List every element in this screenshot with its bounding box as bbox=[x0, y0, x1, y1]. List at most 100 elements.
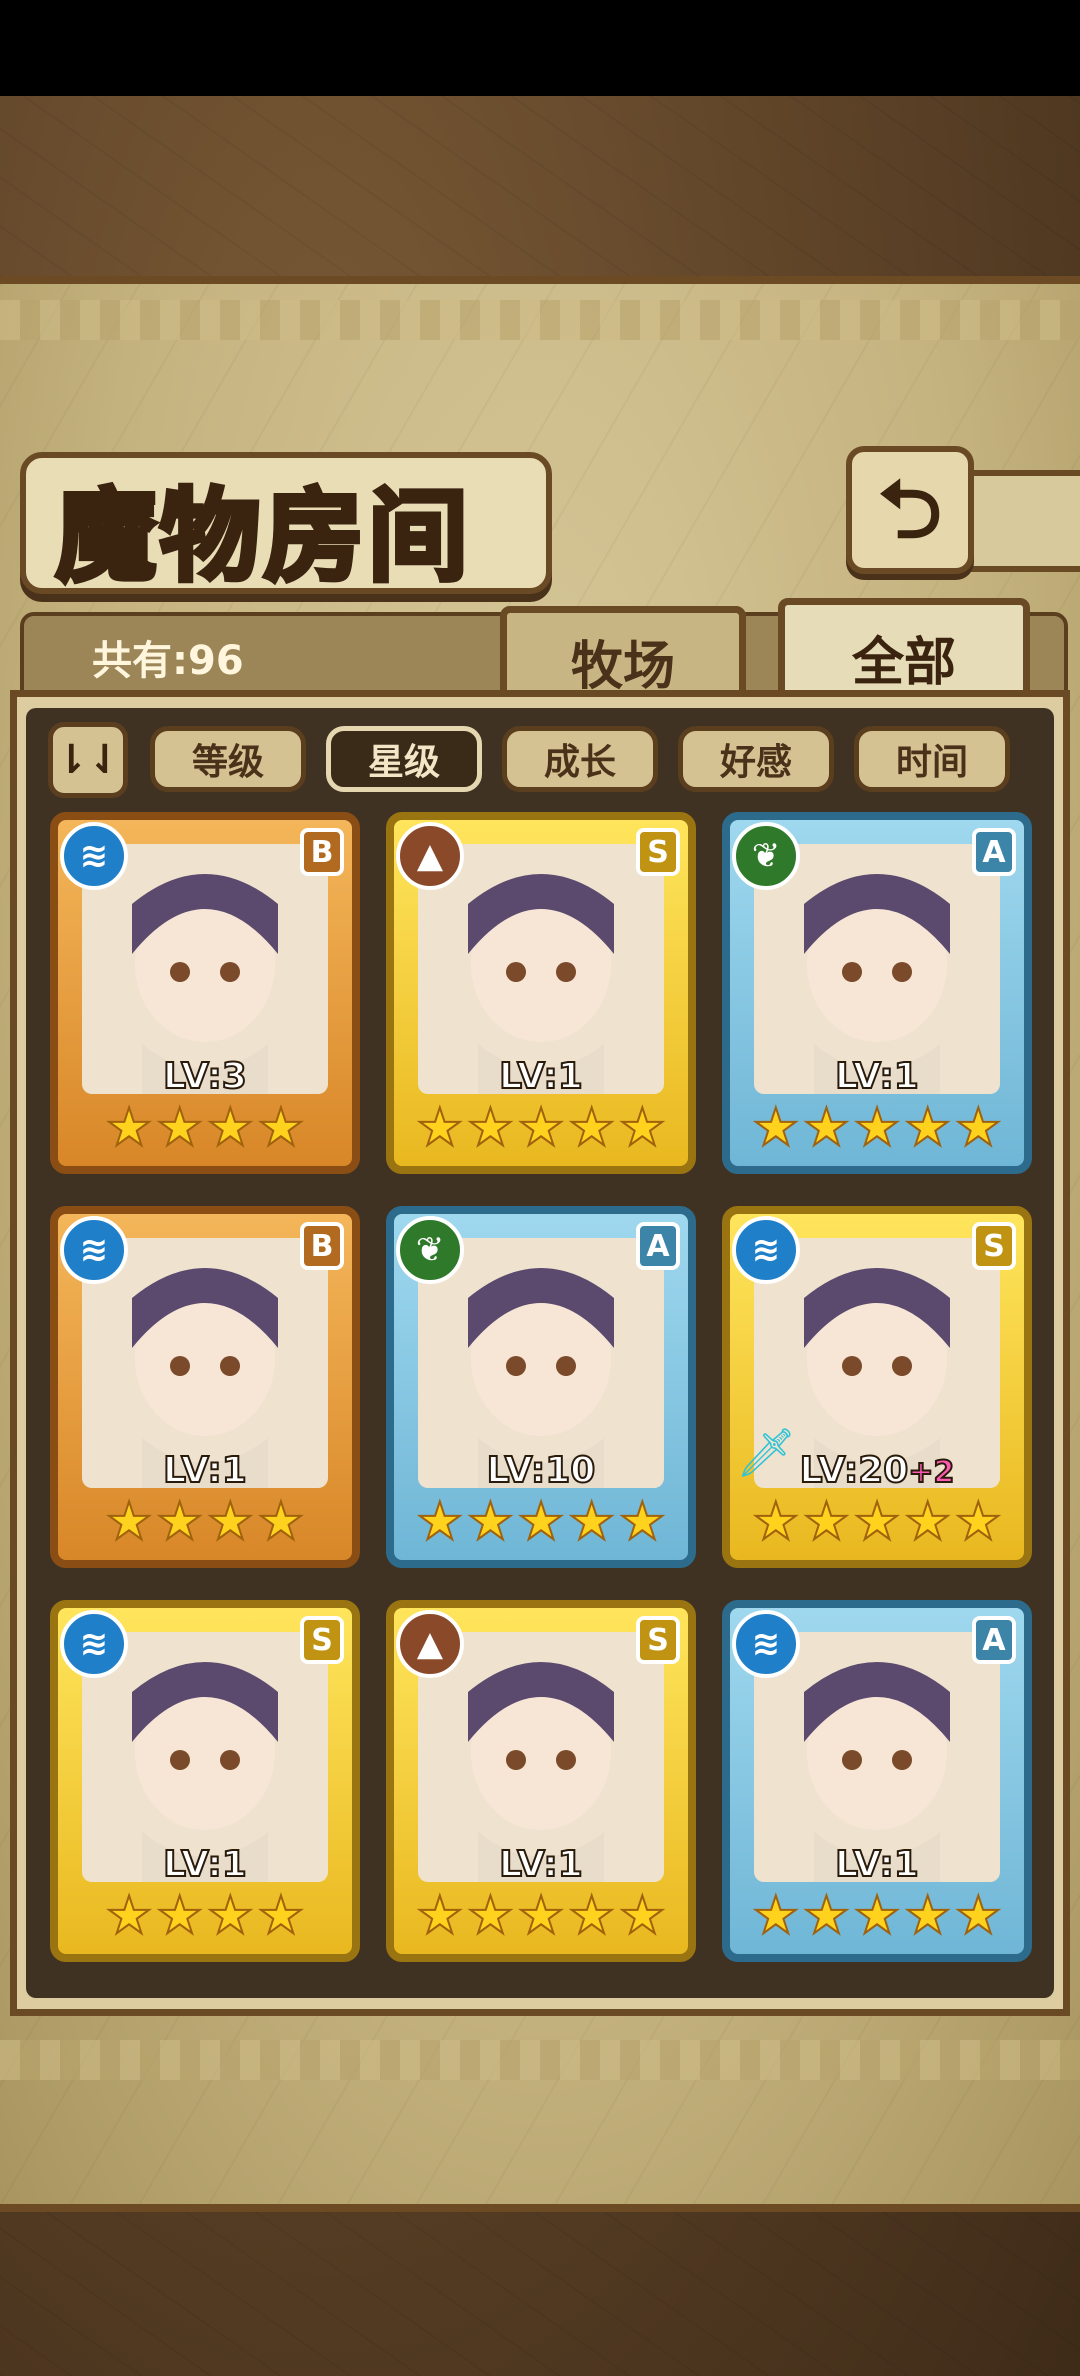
star-icon: ★ bbox=[415, 1491, 464, 1553]
level-label: LV:10 bbox=[394, 1449, 688, 1492]
back-button-rail bbox=[962, 470, 1080, 572]
star-icon: ★ bbox=[206, 1885, 255, 1947]
monster-card[interactable]: ≋ B LV:1 ★ ★ ★ ★ bbox=[50, 1206, 360, 1568]
star-icon: ★ bbox=[257, 1491, 306, 1553]
water-element-icon: ≋ bbox=[60, 822, 128, 890]
star-rating: ★ ★ ★ ★ ★ bbox=[408, 1097, 674, 1159]
wood-element-icon: ❦ bbox=[732, 822, 800, 890]
level-label: LV:1 bbox=[394, 1055, 688, 1098]
level-value: LV:10 bbox=[486, 1449, 597, 1492]
star-icon: ★ bbox=[517, 1097, 566, 1159]
star-icon: ★ bbox=[105, 1491, 154, 1553]
filter-growth[interactable]: 成长 bbox=[502, 726, 658, 792]
star-icon: ★ bbox=[751, 1885, 800, 1947]
level-label: LV:1 bbox=[730, 1055, 1024, 1098]
water-element-icon: ≋ bbox=[60, 1610, 128, 1678]
star-icon: ★ bbox=[903, 1491, 952, 1553]
level-label: LV:1 bbox=[730, 1843, 1024, 1886]
level-value: LV:1 bbox=[498, 1843, 584, 1886]
water-element-icon: ≋ bbox=[732, 1216, 800, 1284]
star-icon: ★ bbox=[206, 1097, 255, 1159]
star-icon: ★ bbox=[751, 1097, 800, 1159]
panel-bottom-border bbox=[0, 2040, 1080, 2080]
star-icon: ★ bbox=[567, 1097, 616, 1159]
rank-badge: A bbox=[636, 1222, 680, 1270]
star-icon: ★ bbox=[517, 1885, 566, 1947]
star-icon: ★ bbox=[853, 1097, 902, 1159]
star-icon: ★ bbox=[802, 1885, 851, 1947]
star-icon: ★ bbox=[257, 1885, 306, 1947]
star-icon: ★ bbox=[954, 1097, 1003, 1159]
star-icon: ★ bbox=[105, 1885, 154, 1947]
star-icon: ★ bbox=[415, 1097, 464, 1159]
rank-badge: A bbox=[972, 1616, 1016, 1664]
return-arrow-icon: ⮌ bbox=[877, 463, 943, 556]
filter-affection[interactable]: 好感 bbox=[678, 726, 834, 792]
level-value: LV:1 bbox=[162, 1843, 248, 1886]
star-rating: ★ ★ ★ ★ ★ bbox=[408, 1885, 674, 1947]
monster-card[interactable]: ▲ S LV:1 ★ ★ ★ ★ ★ bbox=[386, 812, 696, 1174]
monster-card[interactable]: ≋ A LV:1 ★ ★ ★ ★ ★ bbox=[722, 1600, 1032, 1962]
monster-count: 共有:96 bbox=[92, 638, 244, 684]
rank-badge: B bbox=[300, 1222, 344, 1270]
star-icon: ★ bbox=[618, 1097, 667, 1159]
monster-card[interactable]: ▲ S LV:1 ★ ★ ★ ★ ★ bbox=[386, 1600, 696, 1962]
level-value: LV:1 bbox=[834, 1055, 920, 1098]
rank-badge: S bbox=[636, 1616, 680, 1664]
star-icon: ★ bbox=[466, 1097, 515, 1159]
star-icon: ★ bbox=[155, 1491, 204, 1553]
star-icon: ★ bbox=[567, 1885, 616, 1947]
star-rating: ★ ★ ★ ★ ★ bbox=[744, 1491, 1010, 1553]
panel-top-border bbox=[0, 300, 1080, 340]
rank-badge: S bbox=[972, 1222, 1016, 1270]
star-icon: ★ bbox=[466, 1885, 515, 1947]
level-value: LV:1 bbox=[498, 1055, 584, 1098]
level-value: LV:1 bbox=[162, 1449, 248, 1492]
star-icon: ★ bbox=[155, 1885, 204, 1947]
level-label: LV:1 bbox=[58, 1843, 352, 1886]
earth-element-icon: ▲ bbox=[396, 822, 464, 890]
sort-icon: ⇂⇃ bbox=[54, 737, 122, 783]
star-rating: ★ ★ ★ ★ bbox=[72, 1885, 338, 1947]
monster-card[interactable]: ≋ S 🗡 LV:20+2 ★ ★ ★ ★ ★ bbox=[722, 1206, 1032, 1568]
back-button[interactable]: ⮌ bbox=[846, 446, 974, 574]
star-icon: ★ bbox=[618, 1885, 667, 1947]
rank-badge: S bbox=[300, 1616, 344, 1664]
level-label: LV:20+2 bbox=[730, 1449, 1024, 1492]
star-icon: ★ bbox=[954, 1885, 1003, 1947]
monster-card[interactable]: ❦ A LV:10 ★ ★ ★ ★ ★ bbox=[386, 1206, 696, 1568]
star-icon: ★ bbox=[257, 1097, 306, 1159]
monster-card[interactable]: ≋ B LV:3 ★ ★ ★ ★ bbox=[50, 812, 360, 1174]
star-icon: ★ bbox=[853, 1885, 902, 1947]
star-rating: ★ ★ ★ ★ ★ bbox=[744, 1885, 1010, 1947]
star-rating: ★ ★ ★ ★ ★ bbox=[744, 1097, 1010, 1159]
earth-element-icon: ▲ bbox=[396, 1610, 464, 1678]
star-icon: ★ bbox=[517, 1491, 566, 1553]
sort-order-button[interactable]: ⇂⇃ bbox=[48, 722, 128, 798]
water-element-icon: ≋ bbox=[60, 1216, 128, 1284]
rank-badge: A bbox=[972, 828, 1016, 876]
star-icon: ★ bbox=[903, 1885, 952, 1947]
status-bar bbox=[0, 0, 1080, 96]
star-icon: ★ bbox=[853, 1491, 902, 1553]
level-value: LV:1 bbox=[834, 1843, 920, 1886]
level-value: LV:3 bbox=[162, 1055, 248, 1098]
level-label: LV:1 bbox=[58, 1449, 352, 1492]
monster-card[interactable]: ❦ A LV:1 ★ ★ ★ ★ ★ bbox=[722, 812, 1032, 1174]
level-label: LV:1 bbox=[394, 1843, 688, 1886]
monster-card[interactable]: ≋ S LV:1 ★ ★ ★ ★ bbox=[50, 1600, 360, 1962]
star-rating: ★ ★ ★ ★ ★ bbox=[408, 1491, 674, 1553]
level-value: LV:20 bbox=[799, 1449, 910, 1492]
star-icon: ★ bbox=[415, 1885, 464, 1947]
level-label: LV:3 bbox=[58, 1055, 352, 1098]
star-icon: ★ bbox=[155, 1097, 204, 1159]
filter-level[interactable]: 等级 bbox=[150, 726, 306, 792]
star-icon: ★ bbox=[751, 1491, 800, 1553]
filter-stars[interactable]: 星级 bbox=[326, 726, 482, 792]
page-title: 魔物房间 bbox=[54, 475, 472, 598]
filter-time[interactable]: 时间 bbox=[854, 726, 1010, 792]
wood-element-icon: ❦ bbox=[396, 1216, 464, 1284]
star-icon: ★ bbox=[954, 1491, 1003, 1553]
rank-badge: S bbox=[636, 828, 680, 876]
star-icon: ★ bbox=[903, 1097, 952, 1159]
